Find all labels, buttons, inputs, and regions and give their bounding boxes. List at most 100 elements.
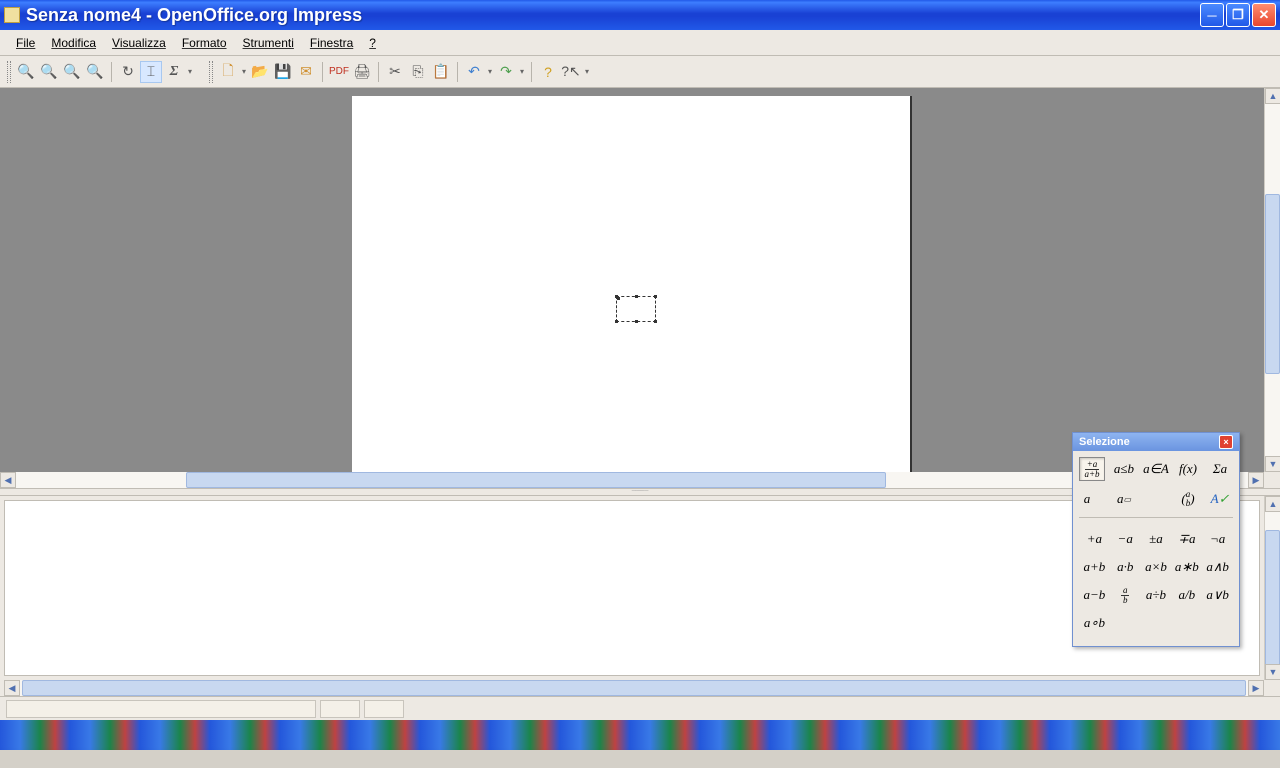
new-dropdown[interactable]: ▾ <box>240 61 248 83</box>
redo-dropdown[interactable]: ▾ <box>518 61 526 83</box>
op-minus-a[interactable]: −a <box>1110 528 1141 550</box>
category-operators[interactable]: Σa <box>1207 457 1233 481</box>
undo-dropdown[interactable]: ▾ <box>486 61 494 83</box>
category-functions[interactable]: f(x) <box>1175 457 1201 481</box>
refresh-icon[interactable]: ↻ <box>117 61 139 83</box>
category-others[interactable]: a▭ <box>1111 487 1137 511</box>
pdf-icon[interactable]: PDF <box>328 61 350 83</box>
undo-icon[interactable]: ↶ <box>463 61 485 83</box>
whatsthis-icon[interactable]: ?↖ <box>560 61 582 83</box>
selezione-panel: Selezione × +aa+b a≤b a∈A f(x) Σa a⃗ a▭ … <box>1072 432 1240 647</box>
toolbar-grip[interactable] <box>209 61 213 83</box>
menu-formato[interactable]: Formato <box>174 33 235 53</box>
op-a-circ-b[interactable]: a∘b <box>1079 612 1110 634</box>
menu-modifica[interactable]: Modifica <box>43 33 104 53</box>
category-empty <box>1143 487 1169 511</box>
scroll-right-icon[interactable]: ▶ <box>1248 472 1264 488</box>
scroll-left-icon[interactable]: ◀ <box>4 680 20 696</box>
scroll-track[interactable] <box>1265 104 1280 456</box>
cut-icon[interactable]: ✂ <box>384 61 406 83</box>
sigma-icon[interactable]: Σ <box>163 61 185 83</box>
copy-icon[interactable]: ⎘ <box>407 61 429 83</box>
formula-cursor-icon[interactable]: ⌶ <box>140 61 162 83</box>
slide-workspace: ▲ ▼ ◀ ▶ <box>0 88 1280 488</box>
canvas-area[interactable] <box>0 88 1264 472</box>
close-button[interactable]: ✕ <box>1252 3 1276 27</box>
help-icon[interactable]: ? <box>537 61 559 83</box>
menu-file[interactable]: File <box>8 33 43 53</box>
zoom-100-icon[interactable]: 🔍 <box>61 61 83 83</box>
slide[interactable] <box>352 96 912 472</box>
vertical-scrollbar[interactable]: ▲ ▼ <box>1264 496 1280 680</box>
scroll-up-icon[interactable]: ▲ <box>1265 496 1280 512</box>
windows-taskbar[interactable] <box>0 720 1280 750</box>
open-icon[interactable]: 📂 <box>249 61 271 83</box>
menu-finestra[interactable]: Finestra <box>302 33 361 53</box>
op-empty <box>1110 612 1141 634</box>
status-cell <box>364 700 404 718</box>
new-doc-icon[interactable]: 🗋 <box>217 61 239 83</box>
menu-visualizza[interactable]: Visualizza <box>104 33 174 53</box>
scroll-down-icon[interactable]: ▼ <box>1265 664 1280 680</box>
paste-icon[interactable]: 📋 <box>430 61 452 83</box>
category-attributes[interactable]: a⃗ <box>1079 487 1105 511</box>
op-a-or-b[interactable]: a∨b <box>1202 584 1233 606</box>
separator <box>111 62 112 82</box>
category-unary-binary[interactable]: +aa+b <box>1079 457 1105 481</box>
category-set-operations[interactable]: a∈A <box>1143 457 1169 481</box>
zoom-in-icon[interactable]: 🔍 <box>15 61 37 83</box>
category-brackets[interactable]: (ab) <box>1175 487 1201 511</box>
toolbar-grip[interactable] <box>7 61 11 83</box>
scroll-thumb[interactable] <box>1265 530 1280 670</box>
menu-help[interactable]: ? <box>361 33 384 53</box>
op-a-div-b[interactable]: a÷b <box>1141 584 1172 606</box>
op-a-times-b[interactable]: a×b <box>1141 556 1172 578</box>
scroll-track[interactable] <box>16 472 1248 488</box>
op-a-plus-b[interactable]: a+b <box>1079 556 1110 578</box>
redo-icon[interactable]: ↷ <box>495 61 517 83</box>
op-not-a[interactable]: ¬a <box>1202 528 1233 550</box>
scroll-track[interactable] <box>1265 512 1280 664</box>
maximize-button[interactable]: ❐ <box>1226 3 1250 27</box>
status-cell <box>320 700 360 718</box>
menu-strumenti[interactable]: Strumenti <box>235 33 302 53</box>
op-empty <box>1202 612 1233 634</box>
formula-object-placeholder[interactable] <box>616 296 656 322</box>
selezione-title: Selezione <box>1079 436 1219 448</box>
scroll-thumb[interactable] <box>22 680 1246 696</box>
op-a-minus-b[interactable]: a−b <box>1079 584 1110 606</box>
op-plus-a[interactable]: +a <box>1079 528 1110 550</box>
scroll-track[interactable] <box>20 680 1248 696</box>
print-icon[interactable]: 🖨 <box>351 61 373 83</box>
minimize-button[interactable]: ─ <box>1200 3 1224 27</box>
op-a-and-b[interactable]: a∧b <box>1202 556 1233 578</box>
scroll-thumb[interactable] <box>1265 194 1280 374</box>
save-icon[interactable]: 💾 <box>272 61 294 83</box>
vertical-scrollbar[interactable]: ▲ ▼ <box>1264 88 1280 472</box>
window-titlebar: Senza nome4 - OpenOffice.org Impress ─ ❐… <box>0 0 1280 30</box>
horizontal-scrollbar[interactable]: ◀ ▶ <box>4 680 1264 696</box>
op-a-slash-b[interactable]: a/b <box>1171 584 1202 606</box>
op-minusplus-a[interactable]: ∓a <box>1171 528 1202 550</box>
scroll-left-icon[interactable]: ◀ <box>0 472 16 488</box>
app-icon <box>4 7 20 23</box>
op-empty <box>1171 612 1202 634</box>
selezione-titlebar[interactable]: Selezione × <box>1073 433 1239 451</box>
scroll-right-icon[interactable]: ▶ <box>1248 680 1264 696</box>
scroll-up-icon[interactable]: ▲ <box>1265 88 1280 104</box>
toolbar-overflow[interactable]: ▾ <box>186 61 194 83</box>
zoom-out-icon[interactable]: 🔍 <box>38 61 60 83</box>
op-plusminus-a[interactable]: ±a <box>1141 528 1172 550</box>
close-icon[interactable]: × <box>1219 435 1233 449</box>
op-a-star-b[interactable]: a∗b <box>1171 556 1202 578</box>
zoom-page-icon[interactable]: 🔍 <box>84 61 106 83</box>
op-a-cdot-b[interactable]: a·b <box>1110 556 1141 578</box>
separator <box>457 62 458 82</box>
category-formats[interactable]: A✓ <box>1207 487 1233 511</box>
scroll-down-icon[interactable]: ▼ <box>1265 456 1280 472</box>
toolbar-overflow[interactable]: ▾ <box>583 61 591 83</box>
category-relations[interactable]: a≤b <box>1111 457 1137 481</box>
scroll-thumb[interactable] <box>186 472 886 488</box>
mail-icon[interactable]: ✉ <box>295 61 317 83</box>
op-a-over-b[interactable]: ab <box>1110 584 1141 606</box>
